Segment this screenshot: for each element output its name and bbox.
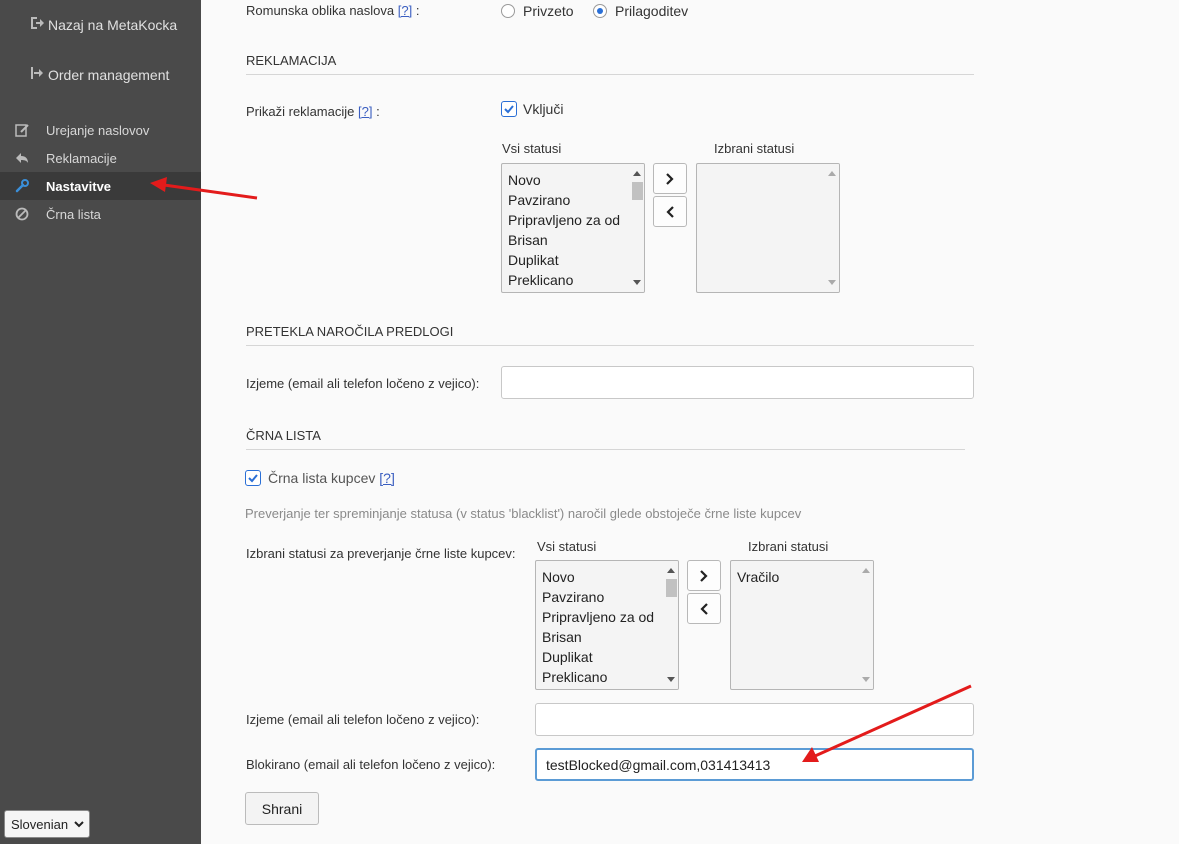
- status-option[interactable]: Novo: [508, 170, 620, 190]
- all-statuses-heading: Vsi statusi: [502, 141, 562, 156]
- selected-statuses-listbox[interactable]: [696, 163, 840, 293]
- sidebar: Nazaj na MetaKocka Order management Urej…: [0, 0, 201, 844]
- radio-privzeto-label: Privzeto: [523, 3, 574, 19]
- selected-statuses-heading: Izbrani statusi: [714, 141, 795, 156]
- status-option[interactable]: Duplikat: [508, 250, 620, 270]
- blacklist-move-left-button[interactable]: [687, 593, 721, 624]
- check-icon: [504, 105, 514, 114]
- chevron-right-icon: [666, 172, 674, 185]
- blacklist-hint-text: Preverjanje ter spreminjanje statusa (v …: [245, 506, 802, 521]
- selected-options: Vračilo: [737, 567, 779, 587]
- blacklist-exceptions-input[interactable]: [535, 703, 974, 736]
- order-management-label: Order management: [48, 66, 170, 83]
- sidebar-item-label: Urejanje naslovov: [46, 122, 150, 138]
- status-option[interactable]: Brisan: [542, 627, 654, 647]
- help-link[interactable]: [?]: [358, 104, 372, 119]
- move-right-button[interactable]: [653, 163, 687, 194]
- status-option[interactable]: Vračilo: [737, 567, 779, 587]
- section-title-crna-lista: ČRNA LISTA: [246, 428, 321, 443]
- wrench-icon: [14, 179, 30, 193]
- status-option[interactable]: Preklicano: [508, 270, 620, 290]
- exceptions-input[interactable]: [501, 366, 974, 399]
- all-statuses-listbox[interactable]: Novo Pavzirano Pripravljeno za od Brisan…: [501, 163, 645, 293]
- sidebar-item-nastavitve[interactable]: Nastavitve: [0, 172, 201, 200]
- listbox-scrollbar[interactable]: [664, 561, 678, 689]
- sidebar-item-label: Reklamacije: [46, 150, 117, 166]
- status-options: Novo Pavzirano Pripravljeno za od Brisan…: [542, 567, 654, 687]
- status-option[interactable]: Pripravljeno za od: [542, 607, 654, 627]
- radio-prilagoditev-label: Prilagoditev: [615, 3, 689, 19]
- blacklist-customers-label: Črna lista kupcev [?]: [268, 470, 395, 486]
- section-title-reklamacija: REKLAMACIJA: [246, 53, 337, 68]
- sidebar-item-reklamacije[interactable]: Reklamacije: [0, 144, 201, 172]
- selected-statuses-heading: Izbrani statusi: [748, 539, 829, 554]
- blacklist-statuses-label: Izbrani statusi za preverjanje črne list…: [246, 546, 516, 561]
- divider: [246, 74, 974, 75]
- blacklist-selected-statuses-listbox[interactable]: Vračilo: [730, 560, 874, 690]
- section-title-pretekla-narocila: PRETEKLA NAROČILA PREDLOGI: [246, 324, 454, 339]
- enable-complaints-label: Vključi: [523, 101, 564, 117]
- back-to-metakocka-label: Nazaj na MetaKocka: [48, 16, 178, 33]
- status-options: Novo Pavzirano Pripravljeno za od Brisan…: [508, 170, 620, 290]
- enable-complaints-checkbox[interactable]: [501, 101, 517, 117]
- radio-prilagoditev[interactable]: [593, 4, 607, 18]
- blacklist-exceptions-label: Izjeme (email ali telefon ločeno z vejic…: [246, 712, 480, 727]
- edit-icon: [14, 123, 30, 137]
- blacklist-move-right-button[interactable]: [687, 560, 721, 591]
- status-option[interactable]: Pripravljeno za od: [508, 210, 620, 230]
- show-complaints-label: Prikaži reklamacije [?] :: [246, 104, 380, 119]
- chevron-right-icon: [700, 569, 708, 582]
- arrow-right-bar-icon: [30, 66, 44, 83]
- status-option[interactable]: Preklicano: [542, 667, 654, 687]
- sidebar-item-label: Črna lista: [46, 206, 101, 222]
- chevron-left-icon: [700, 602, 708, 615]
- sign-out-icon: [30, 16, 44, 33]
- reply-icon: [14, 152, 30, 164]
- listbox-scrollbar[interactable]: [859, 561, 873, 689]
- divider: [246, 345, 974, 346]
- sidebar-item-crna-lista[interactable]: Črna lista: [0, 200, 201, 228]
- divider: [246, 449, 965, 450]
- help-link[interactable]: [?]: [379, 470, 395, 486]
- sidebar-item-urejanje-naslovov[interactable]: Urejanje naslovov: [0, 116, 201, 144]
- status-option[interactable]: Pavzirano: [542, 587, 654, 607]
- help-link[interactable]: [?]: [398, 3, 412, 18]
- listbox-scrollbar[interactable]: [630, 164, 644, 292]
- radio-privzeto[interactable]: [501, 4, 515, 18]
- language-select[interactable]: Slovenian: [4, 810, 90, 838]
- blacklist-all-statuses-listbox[interactable]: Novo Pavzirano Pripravljeno za od Brisan…: [535, 560, 679, 690]
- listbox-scrollbar[interactable]: [825, 164, 839, 292]
- status-option[interactable]: Duplikat: [542, 647, 654, 667]
- blocked-label: Blokirano (email ali telefon ločeno z ve…: [246, 757, 496, 772]
- sidebar-item-label: Nastavitve: [46, 178, 112, 194]
- language-select-value: Slovenian: [11, 816, 69, 832]
- status-option[interactable]: Novo: [542, 567, 654, 587]
- blacklist-customers-checkbox[interactable]: [245, 470, 261, 486]
- back-to-metakocka-link[interactable]: Nazaj na MetaKocka: [30, 16, 177, 33]
- move-left-button[interactable]: [653, 196, 687, 227]
- chevron-down-icon: [74, 817, 84, 832]
- blocked-input[interactable]: testBlocked@gmail.com,031413413: [535, 748, 974, 781]
- chevron-left-icon: [666, 205, 674, 218]
- ban-icon: [14, 207, 30, 221]
- check-icon: [248, 474, 258, 483]
- romanian-format-label: Romunska oblika naslova [?] :: [246, 3, 420, 18]
- status-option[interactable]: Brisan: [508, 230, 620, 250]
- save-button[interactable]: Shrani: [245, 792, 319, 825]
- order-management-link[interactable]: Order management: [30, 66, 169, 83]
- exceptions-label: Izjeme (email ali telefon ločeno z vejic…: [246, 376, 480, 391]
- status-option[interactable]: Pavzirano: [508, 190, 620, 210]
- all-statuses-heading: Vsi statusi: [537, 539, 597, 554]
